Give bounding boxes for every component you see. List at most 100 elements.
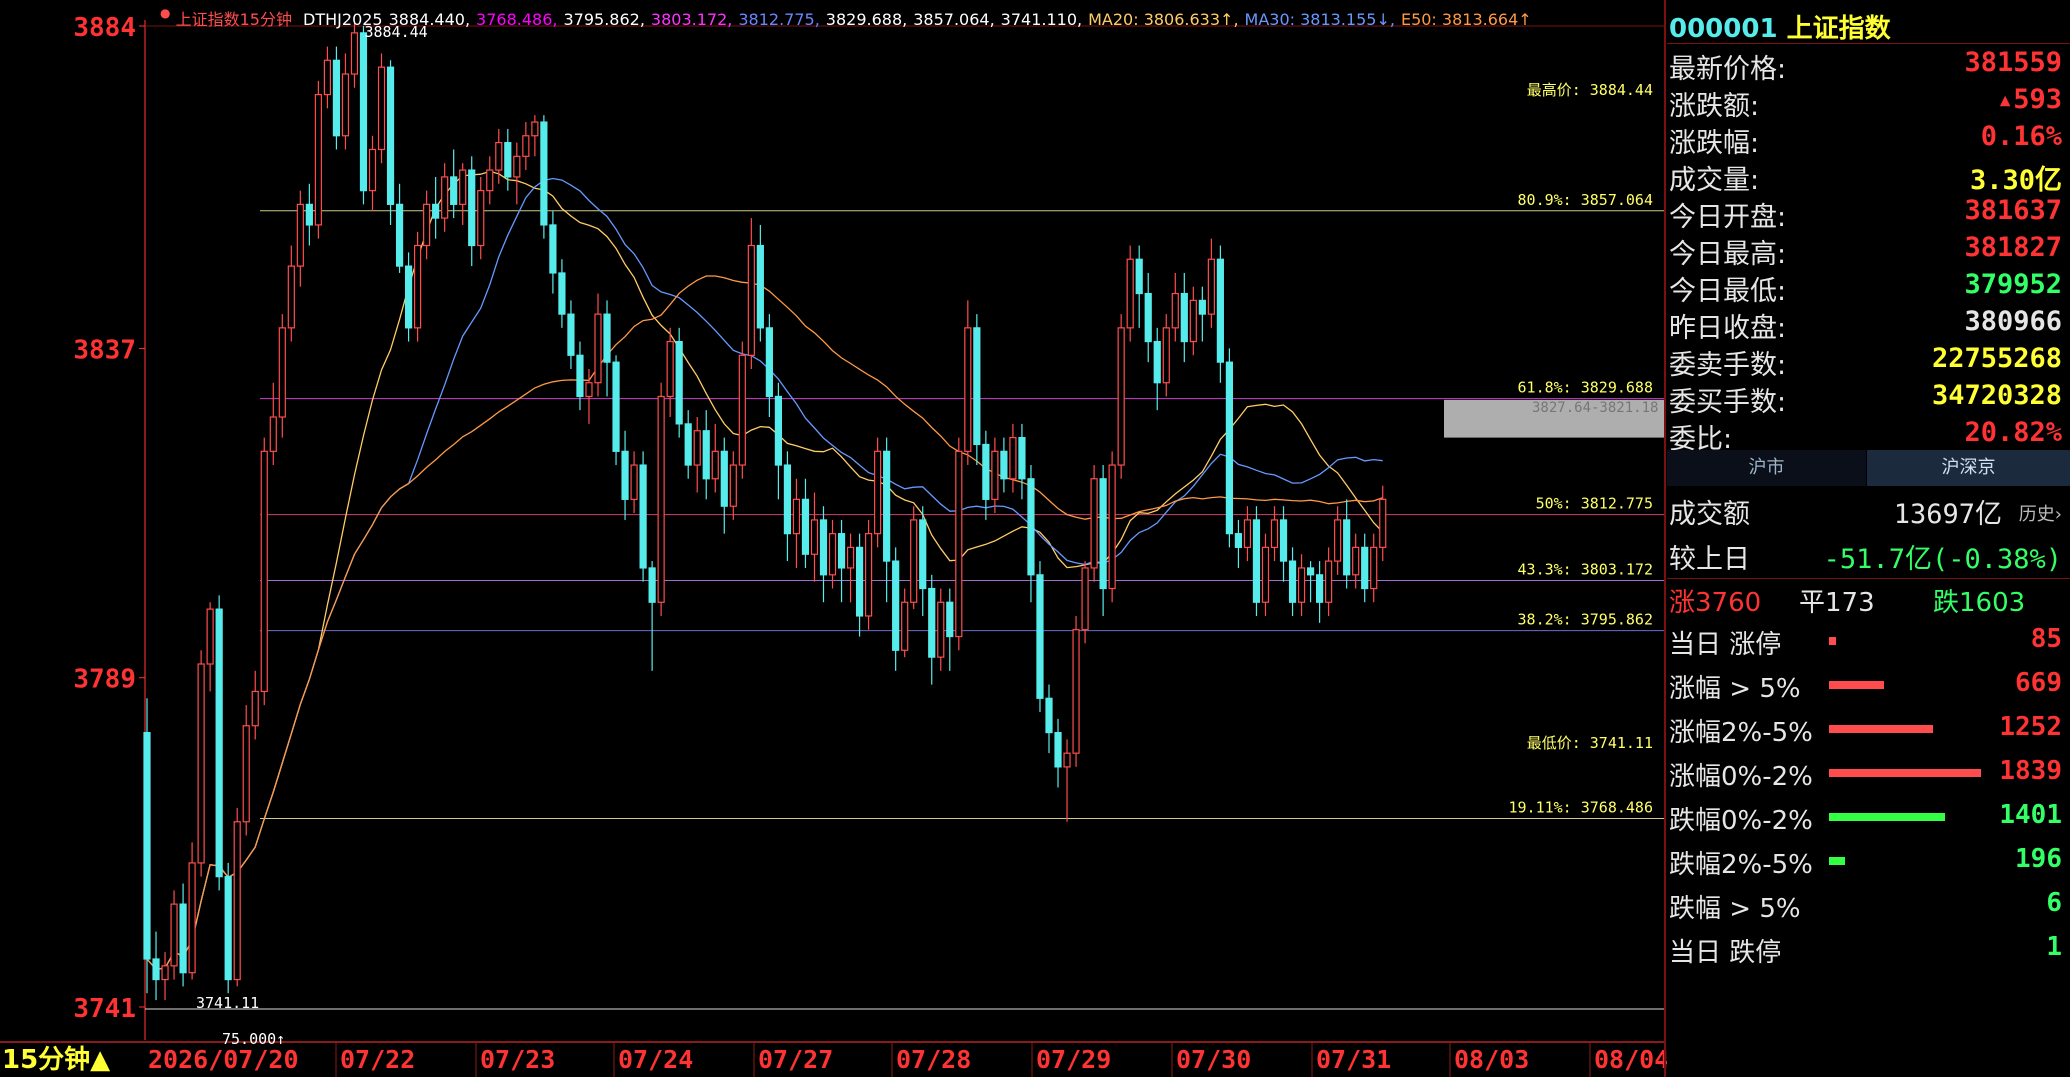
candle-body bbox=[540, 121, 548, 226]
legend-item: 3884.440, bbox=[388, 10, 471, 29]
tab-shanghai[interactable]: 沪市 bbox=[1667, 450, 1866, 486]
candle-body bbox=[504, 142, 512, 178]
candle-body bbox=[459, 169, 467, 205]
breakdown-row: 涨幅2%-5% 1252 bbox=[1667, 708, 2062, 748]
candle-body bbox=[296, 203, 304, 267]
x-tick-label: 07/24 bbox=[618, 1045, 693, 1074]
candle-body bbox=[224, 876, 232, 981]
candle-body bbox=[152, 958, 160, 981]
candle-body bbox=[910, 519, 918, 603]
compare-label: 较上日 bbox=[1669, 544, 1750, 575]
turnover-value: 13697亿 bbox=[1893, 499, 2002, 530]
x-tick-label: 08/03 bbox=[1454, 1045, 1529, 1074]
candle-body bbox=[1045, 697, 1053, 734]
history-link[interactable]: 历史› bbox=[2019, 500, 2062, 526]
candle-body bbox=[549, 224, 557, 274]
quote-row: 最新价格: 381559 bbox=[1667, 45, 2062, 85]
compare-row: 较上日 -51.7亿(-0.38%) bbox=[1667, 535, 2062, 575]
y-tick-label: 3741 bbox=[73, 994, 136, 1024]
breadth-divider bbox=[1667, 578, 2070, 579]
quote-row: 委比: 20.82% bbox=[1667, 415, 2062, 455]
candle-body bbox=[341, 73, 350, 137]
quote-row: 委买手数: 34720328 bbox=[1667, 378, 2062, 418]
panel-separator bbox=[1664, 0, 1666, 1077]
candle-body bbox=[1216, 258, 1224, 363]
candle-body bbox=[946, 601, 954, 638]
breadth-row: 涨3760 平173 跌1603 bbox=[1667, 580, 2070, 618]
candle-body bbox=[206, 608, 214, 665]
breadth-down: 跌1603 bbox=[1933, 588, 2026, 618]
candle-body bbox=[1270, 519, 1279, 548]
x-tick-label: 07/31 bbox=[1316, 1045, 1391, 1074]
breakdown-label: 涨幅2%-5% bbox=[1669, 718, 1813, 748]
candle-body bbox=[1343, 519, 1351, 576]
quote-value: 381827 bbox=[1964, 232, 2062, 263]
quote-value: 3.30亿 bbox=[1969, 165, 2062, 196]
candle-body bbox=[864, 533, 873, 617]
fib-label: 80.9%: 3857.064 bbox=[1518, 191, 1653, 209]
quote-value: 20.82% bbox=[1964, 417, 2062, 448]
candle-body bbox=[432, 203, 440, 219]
quote-label: 成交量: bbox=[1669, 165, 1760, 196]
quote-label: 今日开盘: bbox=[1669, 202, 1787, 233]
candle-body bbox=[756, 244, 764, 329]
candle-body bbox=[819, 519, 828, 576]
candle-body bbox=[1099, 478, 1107, 590]
turnover-row: 成交额 13697亿 历史› bbox=[1667, 490, 2062, 530]
period-label: 15分钟▲ bbox=[2, 1044, 110, 1075]
breakdown-bar bbox=[1829, 857, 1846, 865]
breakdown-count: 1839 bbox=[1999, 756, 2062, 786]
candle-body bbox=[1252, 519, 1261, 603]
candle-body bbox=[666, 340, 674, 398]
candle-body bbox=[215, 608, 223, 878]
candle-body bbox=[1126, 258, 1134, 329]
breakdown-bar bbox=[1829, 769, 1981, 777]
legend-item: E50: 3813.664↑ bbox=[1400, 10, 1532, 29]
candle-body bbox=[1361, 546, 1369, 590]
breakdown-bar bbox=[1829, 725, 1933, 733]
breakdown-count: 6 bbox=[2046, 888, 2062, 918]
bottom-value: 75.000↑ bbox=[222, 1030, 285, 1048]
candle-body bbox=[1000, 450, 1008, 480]
candle-body bbox=[1081, 567, 1089, 631]
candle-body bbox=[901, 601, 909, 651]
candle-body bbox=[404, 265, 413, 329]
candle-body bbox=[395, 203, 404, 267]
candlestick-chart[interactable]: 最高价: 3884.44 80.9%: 3857.064 61.8%: 3829.6… bbox=[0, 0, 1667, 1077]
candle-body bbox=[188, 862, 196, 974]
candle-body bbox=[495, 142, 503, 171]
legend-item: 3803.172, bbox=[650, 10, 733, 29]
quote-value: 380966 bbox=[1964, 306, 2062, 337]
tab-shenzhen-beijing[interactable]: 沪深京 bbox=[1867, 450, 2070, 486]
quote-value: ▴593 bbox=[1996, 84, 2062, 115]
candle-body bbox=[143, 731, 151, 960]
breadth-flat: 平173 bbox=[1799, 588, 1875, 618]
quote-label: 涨跌额: bbox=[1669, 91, 1760, 122]
stock-code: 000001 bbox=[1669, 14, 1778, 44]
candle-body bbox=[883, 450, 891, 562]
candle-body bbox=[1370, 546, 1378, 590]
candle-body bbox=[567, 313, 575, 356]
candle-body bbox=[1153, 340, 1161, 384]
candle-body bbox=[747, 244, 755, 356]
legend-item: MA20: 3806.633↑, bbox=[1088, 10, 1239, 29]
breakdown-count: 196 bbox=[2015, 844, 2062, 874]
quote-value: 381637 bbox=[1964, 195, 2062, 226]
candle-body bbox=[468, 169, 476, 247]
candle-body bbox=[729, 464, 737, 507]
ma30-line bbox=[146, 177, 1383, 970]
breakdown-row: 涨幅 > 5% 669 bbox=[1667, 664, 2062, 704]
fib-label: 38.2%: 3795.862 bbox=[1518, 611, 1653, 629]
breakdown-label: 跌幅 > 5% bbox=[1669, 894, 1801, 924]
candle-body bbox=[531, 121, 539, 137]
quote-value: 379952 bbox=[1964, 269, 2062, 300]
candle-body bbox=[1306, 567, 1315, 576]
indicator-legend: ● 上证指数15分钟 DTHJ2025 3884.440, 3768.486, 379… bbox=[160, 6, 1532, 30]
candle-body bbox=[684, 423, 692, 466]
quote-label: 今日最低: bbox=[1669, 276, 1787, 307]
candle-body bbox=[1144, 292, 1152, 343]
candle-body bbox=[937, 601, 945, 658]
candle-body bbox=[765, 327, 773, 398]
y-tick-label: 3837 bbox=[73, 335, 136, 365]
breakdown-label: 跌幅0%-2% bbox=[1669, 806, 1813, 836]
